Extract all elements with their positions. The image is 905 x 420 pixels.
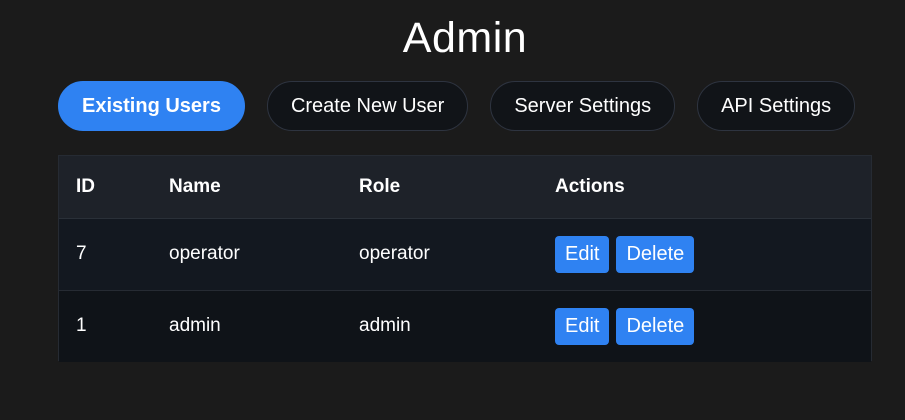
- user-name-cell: admin: [152, 289, 342, 362]
- tab-bar: Existing Users Create New User Server Se…: [58, 81, 856, 131]
- user-role-cell: operator: [359, 243, 430, 264]
- page-title: Admin: [402, 14, 528, 62]
- table-row: 7 operator operator Edit Delete: [59, 218, 871, 290]
- admin-page: Admin Existing Users Create New User Ser…: [0, 0, 905, 420]
- column-header-role: Role: [342, 156, 533, 219]
- user-actions-cell: Edit Delete: [533, 218, 871, 290]
- user-name-cell: operator: [169, 243, 240, 264]
- tab-api-settings[interactable]: API Settings: [697, 81, 856, 131]
- tab-create-new-user[interactable]: Create New User: [266, 81, 469, 131]
- table-header: ID Name Role Actions: [59, 156, 871, 219]
- user-id-cell: 7: [76, 243, 87, 264]
- user-role-cell: admin: [342, 289, 533, 362]
- edit-user-button[interactable]: Edit: [555, 307, 610, 345]
- column-header-id: ID: [59, 156, 152, 219]
- user-id-cell: 1: [59, 289, 152, 362]
- delete-user-button[interactable]: Delete: [616, 235, 695, 273]
- table-row: 1 admin admin Edit Delete: [59, 289, 871, 362]
- delete-user-button[interactable]: Delete: [616, 307, 695, 345]
- tab-existing-users[interactable]: Existing Users: [58, 81, 245, 131]
- column-header-name: Name: [152, 156, 342, 219]
- tab-server-settings[interactable]: Server Settings: [490, 81, 676, 131]
- users-table: ID Name Role Actions 7 operator operator…: [59, 156, 871, 362]
- table-header-row: ID Name Role Actions: [59, 156, 871, 219]
- column-header-actions: Actions: [533, 156, 871, 219]
- edit-user-button[interactable]: Edit: [555, 235, 610, 273]
- user-actions-cell: Edit Delete: [533, 289, 871, 362]
- table-body: 7 operator operator Edit Delete 1 admin a…: [59, 218, 871, 362]
- users-table-container: ID Name Role Actions 7 operator operator…: [58, 155, 872, 362]
